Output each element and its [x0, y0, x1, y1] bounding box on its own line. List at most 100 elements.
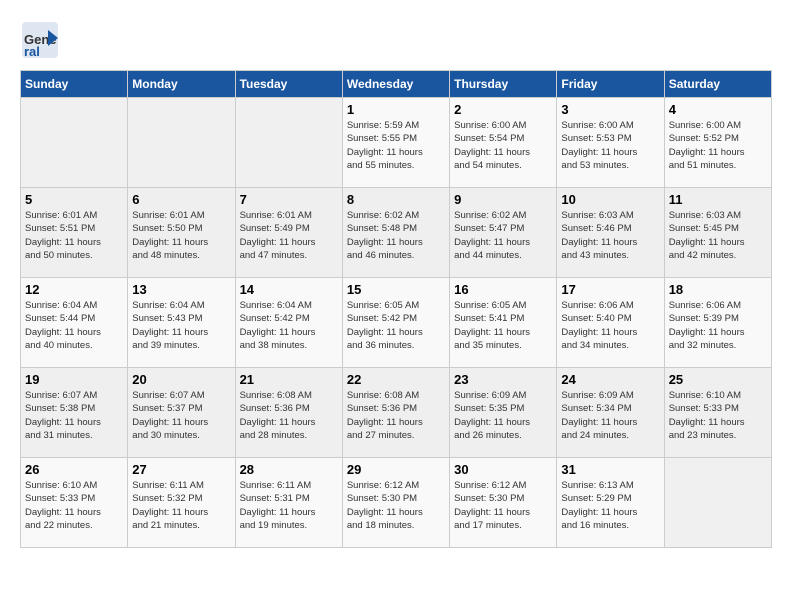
calendar-cell: 13 Sunrise: 6:04 AM Sunset: 5:43 PM Dayli…: [128, 278, 235, 368]
calendar-week-3: 12 Sunrise: 6:04 AM Sunset: 5:44 PM Dayli…: [21, 278, 772, 368]
calendar-week-4: 19 Sunrise: 6:07 AM Sunset: 5:38 PM Dayli…: [21, 368, 772, 458]
day-number: 19: [25, 372, 123, 387]
weekday-header-thursday: Thursday: [450, 71, 557, 98]
svg-text:ral: ral: [24, 44, 40, 59]
day-info: Sunrise: 6:04 AM Sunset: 5:44 PM Dayligh…: [25, 299, 123, 352]
day-info: Sunrise: 6:07 AM Sunset: 5:38 PM Dayligh…: [25, 389, 123, 442]
calendar-cell: [235, 98, 342, 188]
day-number: 3: [561, 102, 659, 117]
day-info: Sunrise: 6:11 AM Sunset: 5:32 PM Dayligh…: [132, 479, 230, 532]
day-info: Sunrise: 6:03 AM Sunset: 5:45 PM Dayligh…: [669, 209, 767, 262]
calendar-cell: 19 Sunrise: 6:07 AM Sunset: 5:38 PM Dayli…: [21, 368, 128, 458]
day-info: Sunrise: 6:13 AM Sunset: 5:29 PM Dayligh…: [561, 479, 659, 532]
day-number: 4: [669, 102, 767, 117]
day-info: Sunrise: 6:04 AM Sunset: 5:43 PM Dayligh…: [132, 299, 230, 352]
calendar-cell: 21 Sunrise: 6:08 AM Sunset: 5:36 PM Dayli…: [235, 368, 342, 458]
day-info: Sunrise: 6:00 AM Sunset: 5:53 PM Dayligh…: [561, 119, 659, 172]
calendar-cell: 31 Sunrise: 6:13 AM Sunset: 5:29 PM Dayli…: [557, 458, 664, 548]
day-number: 12: [25, 282, 123, 297]
calendar-cell: 30Sunrise: 6:12 AM Sunset: 5:30 PM Dayli…: [450, 458, 557, 548]
day-number: 26: [25, 462, 123, 477]
day-info: Sunrise: 6:02 AM Sunset: 5:47 PM Dayligh…: [454, 209, 552, 262]
weekday-header-friday: Friday: [557, 71, 664, 98]
day-number: 15: [347, 282, 445, 297]
day-number: 28: [240, 462, 338, 477]
calendar-cell: 15 Sunrise: 6:05 AM Sunset: 5:42 PM Dayli…: [342, 278, 449, 368]
day-number: 22: [347, 372, 445, 387]
weekday-header-monday: Monday: [128, 71, 235, 98]
calendar-table: SundayMondayTuesdayWednesdayThursdayFrid…: [20, 70, 772, 548]
day-number: 20: [132, 372, 230, 387]
page-header: Gene ral: [20, 20, 772, 60]
calendar-week-1: 1 Sunrise: 5:59 AM Sunset: 5:55 PM Daylig…: [21, 98, 772, 188]
day-info: Sunrise: 6:02 AM Sunset: 5:48 PM Dayligh…: [347, 209, 445, 262]
day-info: Sunrise: 6:09 AM Sunset: 5:35 PM Dayligh…: [454, 389, 552, 442]
day-number: 17: [561, 282, 659, 297]
calendar-cell: 22 Sunrise: 6:08 AM Sunset: 5:36 PM Dayli…: [342, 368, 449, 458]
day-info: Sunrise: 6:06 AM Sunset: 5:39 PM Dayligh…: [669, 299, 767, 352]
day-info: Sunrise: 6:10 AM Sunset: 5:33 PM Dayligh…: [25, 479, 123, 532]
day-info: Sunrise: 6:12 AM Sunset: 5:30 PM Dayligh…: [347, 479, 445, 532]
day-info: Sunrise: 6:08 AM Sunset: 5:36 PM Dayligh…: [240, 389, 338, 442]
day-number: 21: [240, 372, 338, 387]
weekday-header-row: SundayMondayTuesdayWednesdayThursdayFrid…: [21, 71, 772, 98]
day-info: Sunrise: 6:01 AM Sunset: 5:51 PM Dayligh…: [25, 209, 123, 262]
calendar-cell: [664, 458, 771, 548]
day-info: Sunrise: 6:01 AM Sunset: 5:50 PM Dayligh…: [132, 209, 230, 262]
day-number: 31: [561, 462, 659, 477]
day-info: Sunrise: 6:09 AM Sunset: 5:34 PM Dayligh…: [561, 389, 659, 442]
calendar-cell: 29 Sunrise: 6:12 AM Sunset: 5:30 PM Dayli…: [342, 458, 449, 548]
calendar-cell: 5 Sunrise: 6:01 AM Sunset: 5:51 PM Daylig…: [21, 188, 128, 278]
logo-icon: Gene ral: [20, 20, 60, 60]
calendar-cell: 28 Sunrise: 6:11 AM Sunset: 5:31 PM Dayli…: [235, 458, 342, 548]
day-info: Sunrise: 6:11 AM Sunset: 5:31 PM Dayligh…: [240, 479, 338, 532]
day-info: Sunrise: 6:05 AM Sunset: 5:42 PM Dayligh…: [347, 299, 445, 352]
weekday-header-sunday: Sunday: [21, 71, 128, 98]
calendar-cell: 20 Sunrise: 6:07 AM Sunset: 5:37 PM Dayli…: [128, 368, 235, 458]
calendar-cell: 26 Sunrise: 6:10 AM Sunset: 5:33 PM Dayli…: [21, 458, 128, 548]
day-info: Sunrise: 6:10 AM Sunset: 5:33 PM Dayligh…: [669, 389, 767, 442]
calendar-cell: 24 Sunrise: 6:09 AM Sunset: 5:34 PM Dayli…: [557, 368, 664, 458]
day-number: 11: [669, 192, 767, 207]
weekday-header-saturday: Saturday: [664, 71, 771, 98]
calendar-cell: 7 Sunrise: 6:01 AM Sunset: 5:49 PM Daylig…: [235, 188, 342, 278]
calendar-cell: 6 Sunrise: 6:01 AM Sunset: 5:50 PM Daylig…: [128, 188, 235, 278]
day-info: Sunrise: 6:08 AM Sunset: 5:36 PM Dayligh…: [347, 389, 445, 442]
day-number: 16: [454, 282, 552, 297]
calendar-cell: 17 Sunrise: 6:06 AM Sunset: 5:40 PM Dayli…: [557, 278, 664, 368]
calendar-cell: 25 Sunrise: 6:10 AM Sunset: 5:33 PM Dayli…: [664, 368, 771, 458]
day-info: Sunrise: 6:00 AM Sunset: 5:52 PM Dayligh…: [669, 119, 767, 172]
calendar-cell: 11 Sunrise: 6:03 AM Sunset: 5:45 PM Dayli…: [664, 188, 771, 278]
calendar-cell: 3 Sunrise: 6:00 AM Sunset: 5:53 PM Daylig…: [557, 98, 664, 188]
day-info: Sunrise: 6:05 AM Sunset: 5:41 PM Dayligh…: [454, 299, 552, 352]
calendar-cell: 16 Sunrise: 6:05 AM Sunset: 5:41 PM Dayli…: [450, 278, 557, 368]
calendar-week-2: 5 Sunrise: 6:01 AM Sunset: 5:51 PM Daylig…: [21, 188, 772, 278]
day-number: 6: [132, 192, 230, 207]
day-info: Sunrise: 6:01 AM Sunset: 5:49 PM Dayligh…: [240, 209, 338, 262]
calendar-cell: 23 Sunrise: 6:09 AM Sunset: 5:35 PM Dayli…: [450, 368, 557, 458]
day-number: 7: [240, 192, 338, 207]
day-number: 23: [454, 372, 552, 387]
day-info: Sunrise: 6:07 AM Sunset: 5:37 PM Dayligh…: [132, 389, 230, 442]
day-info: Sunrise: 5:59 AM Sunset: 5:55 PM Dayligh…: [347, 119, 445, 172]
weekday-header-wednesday: Wednesday: [342, 71, 449, 98]
day-number: 29: [347, 462, 445, 477]
day-number: 1: [347, 102, 445, 117]
calendar-week-5: 26 Sunrise: 6:10 AM Sunset: 5:33 PM Dayli…: [21, 458, 772, 548]
day-number: 13: [132, 282, 230, 297]
day-number: 14: [240, 282, 338, 297]
day-number: 25: [669, 372, 767, 387]
day-info: Sunrise: 6:06 AM Sunset: 5:40 PM Dayligh…: [561, 299, 659, 352]
day-number: 18: [669, 282, 767, 297]
day-number: 10: [561, 192, 659, 207]
calendar-cell: 27 Sunrise: 6:11 AM Sunset: 5:32 PM Dayli…: [128, 458, 235, 548]
day-number: 27: [132, 462, 230, 477]
calendar-cell: 10Sunrise: 6:03 AM Sunset: 5:46 PM Dayli…: [557, 188, 664, 278]
day-number: 5: [25, 192, 123, 207]
day-info: Sunrise: 6:04 AM Sunset: 5:42 PM Dayligh…: [240, 299, 338, 352]
calendar-cell: [128, 98, 235, 188]
day-number: 30: [454, 462, 552, 477]
calendar-cell: 1 Sunrise: 5:59 AM Sunset: 5:55 PM Daylig…: [342, 98, 449, 188]
logo: Gene ral: [20, 20, 64, 60]
day-number: 24: [561, 372, 659, 387]
